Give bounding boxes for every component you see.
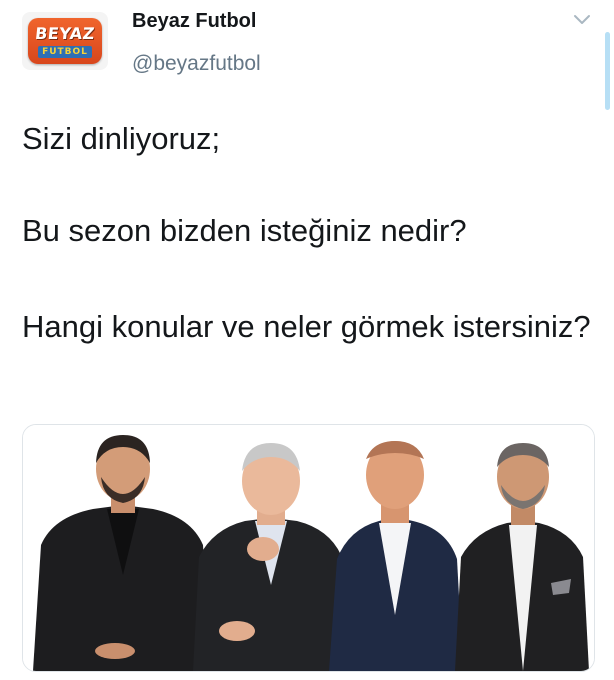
- scrollbar[interactable]: [605, 32, 610, 110]
- author-handle[interactable]: @beyazfutbol: [132, 52, 261, 76]
- tweet-card[interactable]: BEYAZ FUTBOL Beyaz Futbol @beyazfutbol S…: [0, 0, 614, 680]
- logo-text-top: BEYAZ: [34, 24, 96, 43]
- logo-text-bottom: FUTBOL: [42, 47, 88, 57]
- tweet-text-line-1: Sizi dinliyoruz;: [22, 121, 221, 156]
- chevron-down-icon[interactable]: [572, 12, 592, 28]
- author-name[interactable]: Beyaz Futbol: [132, 10, 256, 33]
- tweet-media-image[interactable]: [22, 424, 595, 672]
- avatar[interactable]: BEYAZ FUTBOL: [22, 12, 108, 70]
- beyaz-futbol-logo: BEYAZ FUTBOL: [28, 18, 102, 64]
- tweet-text-line-2: Bu sezon bizden isteğiniz nedir?: [22, 213, 467, 248]
- presenters-photo: [23, 425, 594, 671]
- tweet-text-line-3: Hangi konular ve neler görmek istersiniz…: [22, 309, 591, 344]
